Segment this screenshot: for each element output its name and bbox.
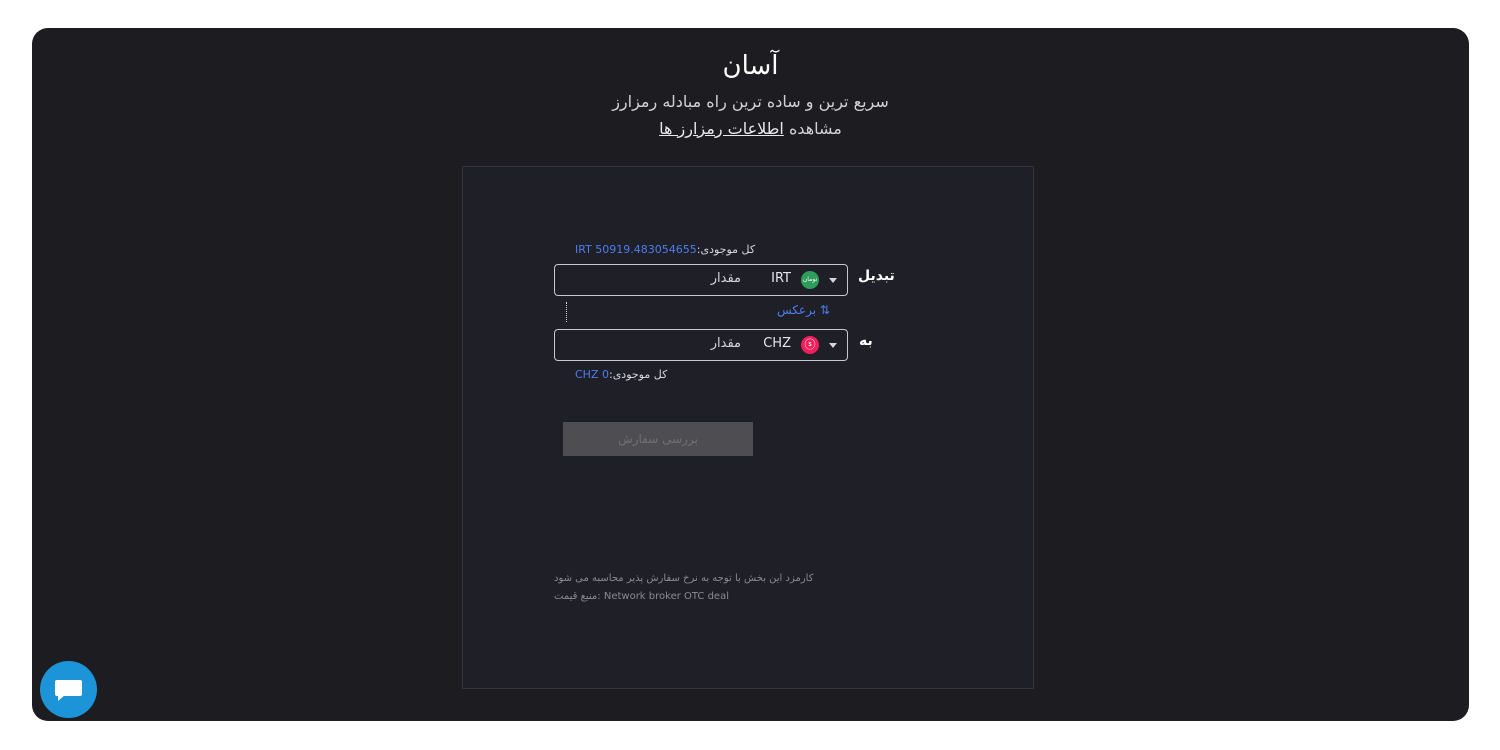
exchange-card: کل موجودی:IRT 50919.483054655 تبدیل مقدا…: [462, 166, 1034, 689]
swap-icon: ⇅: [819, 303, 830, 317]
swap-button[interactable]: ⇅ برعکس: [777, 303, 830, 317]
to-amount-placeholder: مقدار: [710, 336, 741, 351]
connector-line: [566, 302, 567, 322]
view-info-line: مشاهده اطلاعات رمزارز ها: [32, 117, 1469, 141]
irt-coin-icon: تومان: [801, 271, 819, 289]
to-label: به: [859, 333, 873, 349]
to-balance-label: کل موجودی:: [608, 368, 668, 381]
fee-note: کارمزد این بخش با توجه به نرخ سفارش پذیر…: [554, 573, 814, 584]
price-source: منبع قیمت: Network broker OTC deal: [554, 591, 729, 602]
review-order-button[interactable]: بررسی سفارش: [563, 422, 753, 456]
crypto-info-link[interactable]: اطلاعات رمزارز ها: [659, 119, 784, 138]
page-title: آسان: [722, 51, 779, 81]
from-balance-label: کل موجودی:: [696, 243, 756, 256]
to-currency-dropdown-icon[interactable]: [829, 343, 837, 348]
from-amount-placeholder: مقدار: [710, 271, 741, 286]
view-prefix: مشاهده: [788, 119, 842, 138]
chat-bubble-tail: [58, 695, 65, 701]
swap-label: برعکس: [777, 303, 817, 317]
from-balance-value[interactable]: IRT 50919.483054655: [575, 243, 697, 256]
to-amount-field[interactable]: مقدار CHZ ⓢ: [554, 329, 848, 361]
to-balance: کل موجودی:CHZ 0: [575, 368, 667, 381]
chz-coin-icon: ⓢ: [801, 336, 819, 354]
to-currency-code[interactable]: CHZ: [763, 336, 791, 351]
chat-bubble-icon: [55, 680, 82, 696]
from-currency-code[interactable]: IRT: [771, 271, 791, 286]
page-subtitle: سریع ترین و ساده ترین راه مبادله رمزارز: [612, 92, 889, 111]
from-label: تبدیل: [858, 268, 895, 284]
from-balance: کل موجودی:IRT 50919.483054655: [575, 243, 755, 256]
from-currency-dropdown-icon[interactable]: [829, 278, 837, 283]
to-balance-value[interactable]: CHZ 0: [575, 368, 609, 381]
from-amount-field[interactable]: مقدار IRT تومان: [554, 264, 848, 296]
main-panel: آسان سریع ترین و ساده ترین راه مبادله رم…: [32, 28, 1469, 721]
chat-button[interactable]: [40, 661, 97, 718]
